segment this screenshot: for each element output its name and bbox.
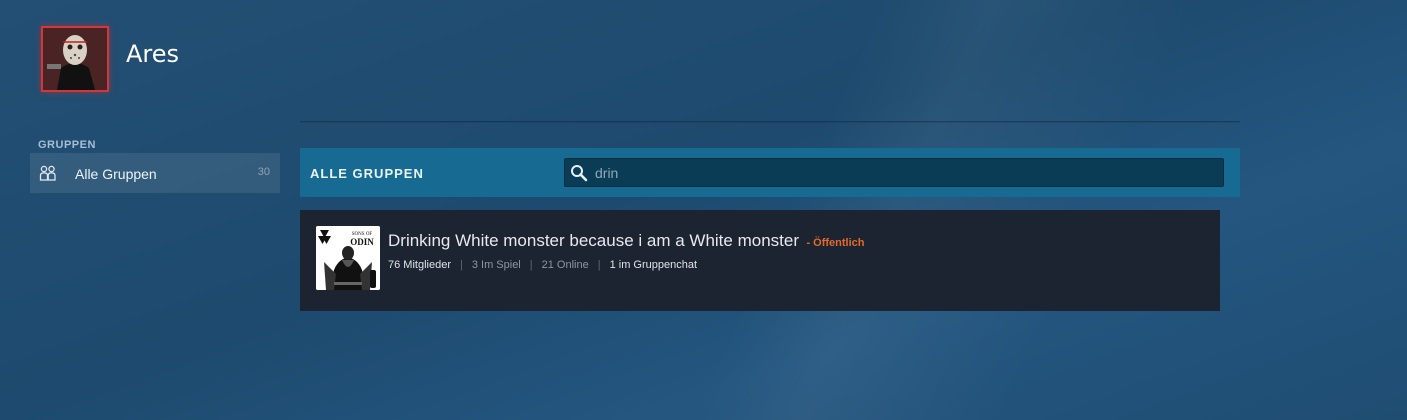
profile-avatar[interactable] [41, 26, 109, 92]
group-name-link[interactable]: Drinking White monster because i am a Wh… [388, 231, 799, 250]
group-in-game-count: 3 Im Spiel [471, 259, 521, 271]
sidebar-item-count: 30 [257, 166, 270, 178]
groups-header-bar: ALLE GRUPPEN [300, 148, 1240, 197]
profile-avatar-image [43, 28, 107, 90]
group-avatar-text-bottom: ODIN [350, 237, 374, 247]
stat-separator: | [597, 259, 601, 271]
group-avatar-image: SONS OF ODIN [316, 226, 380, 290]
search-icon [570, 164, 588, 182]
group-search-box[interactable] [564, 158, 1224, 187]
sidebar-item-label: Alle Gruppen [75, 166, 157, 182]
people-icon [39, 165, 57, 181]
group-chat-count: 1 im Gruppenchat [609, 259, 698, 271]
group-online-count: 21 Online [541, 259, 589, 271]
group-visibility-badge: - Öffentlich [806, 237, 865, 249]
group-stats: 76 Mitglieder | 3 Im Spiel | 21 Online | 1 im … [388, 259, 697, 271]
search-input[interactable] [595, 163, 1195, 183]
header-divider [300, 121, 1240, 123]
group-list-item[interactable]: SONS OF ODIN Drinking White monster beca… [300, 210, 1220, 311]
group-name-row: Drinking White monster because i am a Wh… [388, 231, 865, 251]
stat-separator: | [459, 259, 463, 271]
group-avatar[interactable]: SONS OF ODIN [316, 226, 380, 290]
groups-panel-title: ALLE GRUPPEN [310, 166, 424, 181]
group-members-count: 76 Mitglieder [388, 259, 451, 271]
sidebar-heading: GRUPPEN [38, 139, 96, 151]
sidebar-item-all-groups[interactable]: Alle Gruppen 30 [30, 153, 280, 193]
profile-name: Ares [126, 40, 180, 68]
stat-separator: | [529, 259, 533, 271]
